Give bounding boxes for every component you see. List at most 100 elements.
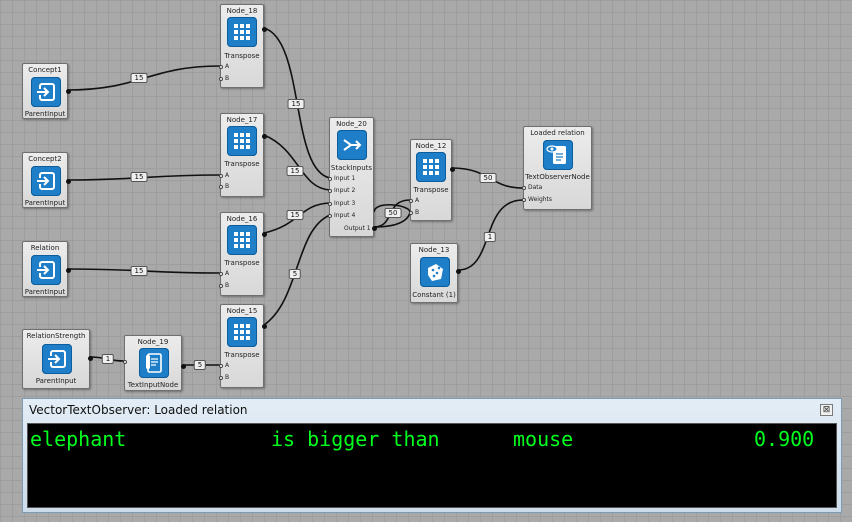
- node-13[interactable]: Node_13 Constant (1): [410, 243, 461, 303]
- input-port-2[interactable]: [328, 189, 332, 193]
- login-arrow-icon: [42, 344, 72, 374]
- node-17[interactable]: Node_17 Transpose A B: [219, 113, 267, 197]
- relation-value: 0.900: [754, 427, 815, 451]
- port-label: Input 2: [334, 187, 356, 194]
- input-port-a[interactable]: [219, 174, 223, 178]
- wire-label: 15: [286, 166, 304, 176]
- node-concept1[interactable]: Concept1 ParentInput: [22, 63, 71, 119]
- input-port-1[interactable]: [328, 177, 332, 181]
- output-port[interactable]: [372, 226, 377, 231]
- output-port[interactable]: [262, 27, 267, 32]
- output-port[interactable]: [66, 89, 71, 94]
- port-label: A: [225, 63, 230, 70]
- node-title: Node_13: [418, 246, 450, 254]
- word-1: elephant: [30, 427, 127, 451]
- merge-arrows-icon: [337, 130, 367, 160]
- grid-icon: [416, 152, 446, 182]
- window-title: VectorTextObserver: Loaded relation: [29, 403, 248, 417]
- node-title: Loaded relation: [530, 129, 585, 137]
- output-port[interactable]: [456, 269, 461, 274]
- output-port[interactable]: [88, 356, 93, 361]
- wire-label: 15: [287, 99, 305, 109]
- input-port-b[interactable]: [219, 284, 223, 288]
- port-label: A: [225, 362, 230, 369]
- input-port-weights[interactable]: [522, 198, 526, 202]
- document-pen-icon: [139, 348, 169, 378]
- output-port[interactable]: [66, 179, 71, 184]
- input-port-data[interactable]: [522, 186, 526, 190]
- node-type: ParentInput: [24, 110, 66, 118]
- node-type: ParentInput: [24, 288, 66, 296]
- node-12[interactable]: Node_12 Transpose A B: [409, 139, 455, 221]
- wire-node17-node20: [263, 134, 331, 191]
- input-port-b[interactable]: [219, 185, 223, 189]
- wire-label: 50: [479, 173, 497, 183]
- wire-label: 1: [101, 354, 115, 364]
- port-label: A: [225, 270, 230, 277]
- port-label: B: [415, 209, 420, 216]
- node-type: ParentInput: [24, 199, 66, 207]
- wire-label: 5: [288, 269, 302, 279]
- node-title: Node_12: [415, 142, 447, 150]
- port-label: A: [415, 197, 420, 204]
- port-label: Data: [528, 184, 543, 191]
- input-port-a[interactable]: [219, 272, 223, 276]
- node-20[interactable]: Node_20 StackInputs Input 1 Input 2 Inpu…: [328, 117, 377, 237]
- grid-icon: [227, 17, 257, 47]
- input-port-a[interactable]: [219, 65, 223, 69]
- output-port[interactable]: [262, 324, 267, 329]
- node-type: TextObserverNode: [525, 173, 590, 181]
- output-label: Output 1: [344, 225, 371, 232]
- node-title: Concept2: [28, 155, 62, 163]
- output-port[interactable]: [181, 364, 186, 369]
- node-15[interactable]: Node_15 Transpose A B: [219, 304, 267, 388]
- port-label: B: [225, 75, 230, 82]
- node-title: Node_16: [226, 215, 258, 223]
- input-port[interactable]: [123, 360, 127, 364]
- input-port-b[interactable]: [409, 211, 413, 215]
- wire-label: 5: [193, 360, 207, 370]
- output-port[interactable]: [262, 232, 267, 237]
- port-label: B: [225, 282, 230, 289]
- input-port-4[interactable]: [328, 214, 332, 218]
- node-type: Transpose: [224, 351, 260, 359]
- port-label: B: [225, 374, 230, 381]
- port-label: A: [225, 172, 230, 179]
- wire-label: 15: [130, 73, 148, 83]
- node-title: Node_19: [137, 338, 169, 346]
- wire-label: 1: [483, 232, 497, 242]
- node-type: StackInputs: [330, 164, 373, 172]
- login-arrow-icon: [31, 255, 61, 285]
- close-icon[interactable]: ⊠: [820, 404, 833, 416]
- grid-icon: [227, 317, 257, 347]
- port-label: Input 3: [334, 200, 356, 207]
- node-concept2[interactable]: Concept2 ParentInput: [22, 152, 71, 208]
- node-relation[interactable]: Relation ParentInput: [22, 241, 71, 297]
- input-port-a[interactable]: [409, 199, 413, 203]
- node-18[interactable]: Node_18 Transpose A B: [219, 4, 267, 88]
- output-port[interactable]: [66, 268, 71, 273]
- input-port-b[interactable]: [219, 376, 223, 380]
- node-title: RelationStrength: [26, 332, 86, 340]
- port-label: Input 4: [334, 212, 356, 219]
- output-port[interactable]: [450, 167, 455, 172]
- grid-icon: [227, 126, 257, 156]
- node-loaded-relation[interactable]: Loaded relation TextObserverNode Data We…: [522, 126, 592, 210]
- word-2: mouse: [513, 427, 574, 451]
- node-type: Transpose: [413, 186, 449, 194]
- node-16[interactable]: Node_16 Transpose A B: [219, 212, 267, 296]
- input-port-b[interactable]: [219, 77, 223, 81]
- node-relation-strength[interactable]: RelationStrength ParentInput: [22, 329, 93, 389]
- node-title: Node_18: [226, 7, 258, 15]
- output-port[interactable]: [262, 134, 267, 139]
- input-port-3[interactable]: [328, 202, 332, 206]
- login-arrow-icon: [31, 166, 61, 196]
- wire-label: 50: [384, 208, 402, 218]
- vector-text-observer-window[interactable]: VectorTextObserver: Loaded relation ⊠ el…: [22, 398, 842, 513]
- input-port-a[interactable]: [219, 364, 223, 368]
- grid-icon: [227, 225, 257, 255]
- wire-label: 15: [286, 210, 304, 220]
- node-title: Concept1: [28, 66, 62, 74]
- wire-label: 15: [130, 172, 148, 182]
- node-19[interactable]: Node_19 TextInputNode: [123, 335, 186, 391]
